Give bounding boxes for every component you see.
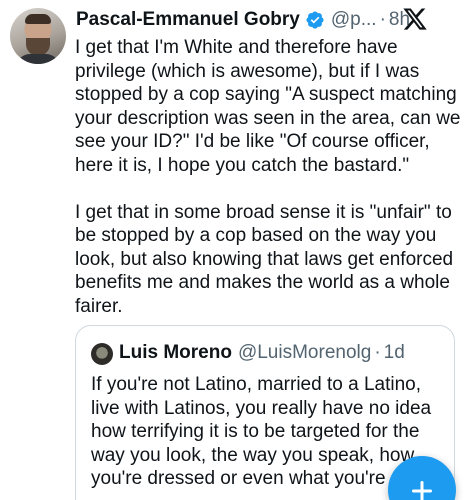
quoted-tweet-text: If you're not Latino, married to a Latin… [91, 374, 432, 489]
quoted-tweet-header: Luis Moreno @LuisMorenolg · 1d [119, 342, 405, 364]
author-handle[interactable]: @p... [331, 9, 377, 31]
author-name[interactable]: Pascal-Emmanuel Gobry [76, 9, 300, 31]
author-avatar[interactable] [10, 8, 66, 64]
tweet[interactable]: Pascal-Emmanuel Gobry @p... · 8h I get t… [0, 0, 465, 500]
avatar-hair [25, 14, 51, 24]
quoted-author-avatar [91, 343, 113, 365]
plus-icon [412, 481, 432, 500]
tweet-body: I get that I'm White and therefore have … [75, 36, 463, 318]
tweet-header: Pascal-Emmanuel Gobry @p... · 8h [76, 6, 416, 34]
verified-badge-icon [305, 10, 325, 30]
x-logo-icon[interactable] [402, 6, 428, 32]
quoted-header-separator: · [374, 342, 381, 363]
quoted-author-name: Luis Moreno [119, 342, 232, 363]
header-separator: · [379, 9, 386, 30]
avatar-shirt [16, 54, 60, 64]
tweet-paragraph-1: I get that I'm White and therefore have … [75, 37, 461, 176]
quoted-author-handle: @LuisMorenolg [237, 342, 372, 363]
tweet-paragraph-2: I get that in some broad sense it is "un… [75, 201, 454, 317]
quoted-tweet-timestamp: 1d [383, 342, 405, 363]
